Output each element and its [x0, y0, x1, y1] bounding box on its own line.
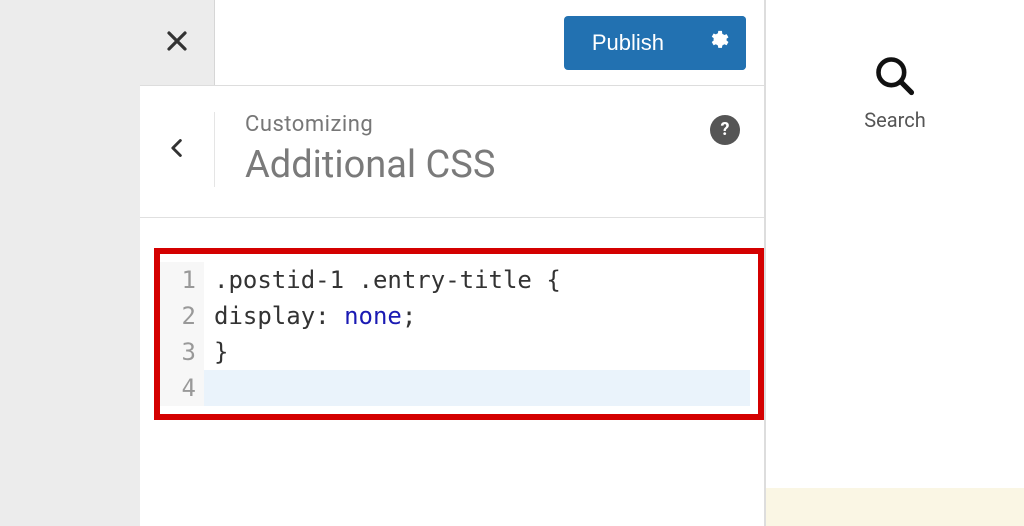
help-icon: ?	[721, 119, 730, 140]
code-line[interactable]: .postid-1 .entry-title {	[214, 262, 750, 298]
back-button[interactable]	[140, 112, 215, 187]
top-bar: Publish	[140, 0, 764, 86]
publish-settings-button[interactable]	[688, 16, 746, 70]
search-icon	[873, 54, 917, 102]
code-token-punc: }	[214, 334, 228, 370]
code-editor[interactable]: 1234 .postid-1 .entry-title {display: no…	[160, 262, 750, 406]
code-line[interactable]	[204, 370, 750, 406]
code-token-punc: ;	[402, 298, 416, 334]
top-bar-spacer	[215, 0, 564, 85]
code-token-punc: :	[315, 298, 344, 334]
section-header: Customizing Additional CSS ?	[140, 86, 764, 218]
close-button[interactable]	[140, 0, 215, 85]
close-icon	[165, 29, 189, 57]
search-label: Search	[864, 108, 925, 132]
line-number: 3	[160, 334, 196, 370]
code-token-prop: display	[214, 298, 315, 334]
line-number: 1	[160, 262, 196, 298]
search-button[interactable]: Search	[766, 54, 1024, 132]
preview-bottom-band	[766, 488, 1024, 526]
publish-label: Publish	[564, 16, 688, 70]
code-token-val: none	[344, 298, 402, 334]
chevron-left-icon	[167, 134, 187, 166]
gear-icon	[707, 29, 729, 57]
section-title: Additional CSS	[245, 143, 710, 187]
line-number: 4	[160, 370, 196, 406]
publish-cell: Publish	[564, 0, 764, 85]
left-gutter	[0, 0, 140, 526]
panel-body: 1234 .postid-1 .entry-title {display: no…	[140, 218, 764, 526]
app-root: Publish Customizing Additional CSS	[0, 0, 1024, 526]
customizer-panel: Publish Customizing Additional CSS	[140, 0, 765, 526]
section-eyebrow: Customizing	[245, 112, 710, 137]
line-number: 2	[160, 298, 196, 334]
code-highlight-box: 1234 .postid-1 .entry-title {display: no…	[154, 248, 764, 420]
help-button[interactable]: ?	[710, 115, 740, 145]
code-line[interactable]: display: none;	[214, 298, 750, 334]
publish-button[interactable]: Publish	[564, 16, 746, 70]
line-number-gutter: 1234	[160, 262, 204, 406]
code-line[interactable]: }	[214, 334, 750, 370]
preview-pane: Search	[765, 0, 1024, 526]
code-token-punc: {	[546, 262, 560, 298]
code-lines[interactable]: .postid-1 .entry-title {display: none;}	[204, 262, 750, 406]
section-titles: Customizing Additional CSS	[215, 112, 710, 187]
code-token-sel: .postid-1 .entry-title	[214, 262, 546, 298]
